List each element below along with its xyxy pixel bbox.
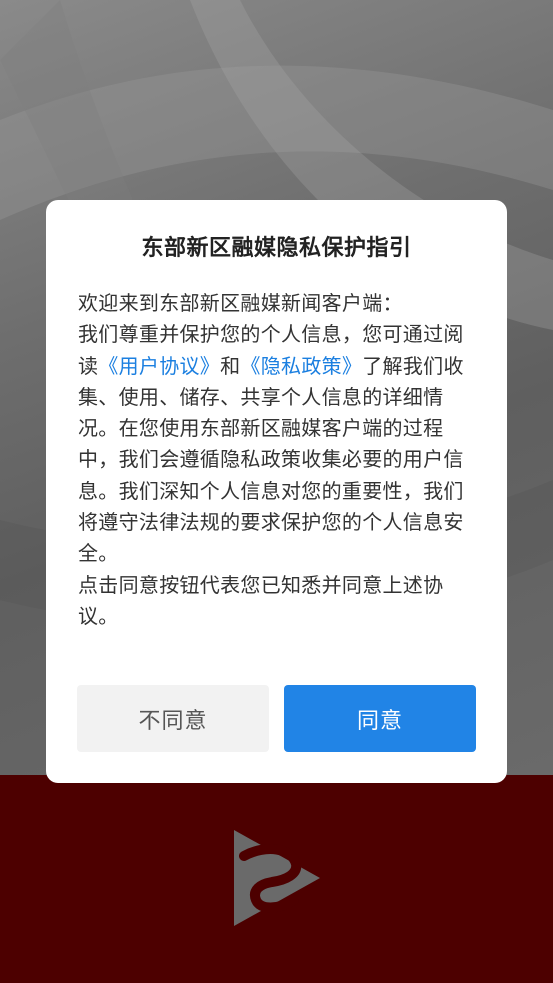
disagree-button[interactable]: 不同意 (77, 685, 269, 752)
description-text-and: 和 (220, 353, 241, 378)
user-agreement-link[interactable]: 《用户协议》 (98, 354, 220, 378)
description-text-after: 了解我们收集、使用、储存、共享个人信息的详细情况。在您使用东部新区融媒客户端的过… (78, 353, 464, 566)
app-logo-icon (234, 830, 320, 926)
splash-screen: 东部新区融媒隐私保护指引 欢迎来到东部新区融媒新闻客户端： 我们尊重并保护您的个… (0, 0, 553, 983)
dialog-body: 欢迎来到东部新区融媒新闻客户端： 我们尊重并保护您的个人信息，您可通过阅读《用户… (78, 288, 470, 632)
privacy-description: 我们尊重并保护您的个人信息，您可通过阅读《用户协议》和《隐私政策》了解我们收集、… (78, 319, 470, 569)
greeting-text: 欢迎来到东部新区融媒新闻客户端： (78, 291, 403, 315)
privacy-policy-link[interactable]: 《隐私政策》 (240, 354, 362, 378)
consent-text: 点击同意按钮代表您已知悉并同意上述协议。 (78, 572, 444, 628)
privacy-dialog: 东部新区融媒隐私保护指引 欢迎来到东部新区融媒新闻客户端： 我们尊重并保护您的个… (46, 200, 507, 783)
agree-button[interactable]: 同意 (284, 685, 476, 752)
dialog-title: 东部新区融媒隐私保护指引 (141, 236, 412, 261)
